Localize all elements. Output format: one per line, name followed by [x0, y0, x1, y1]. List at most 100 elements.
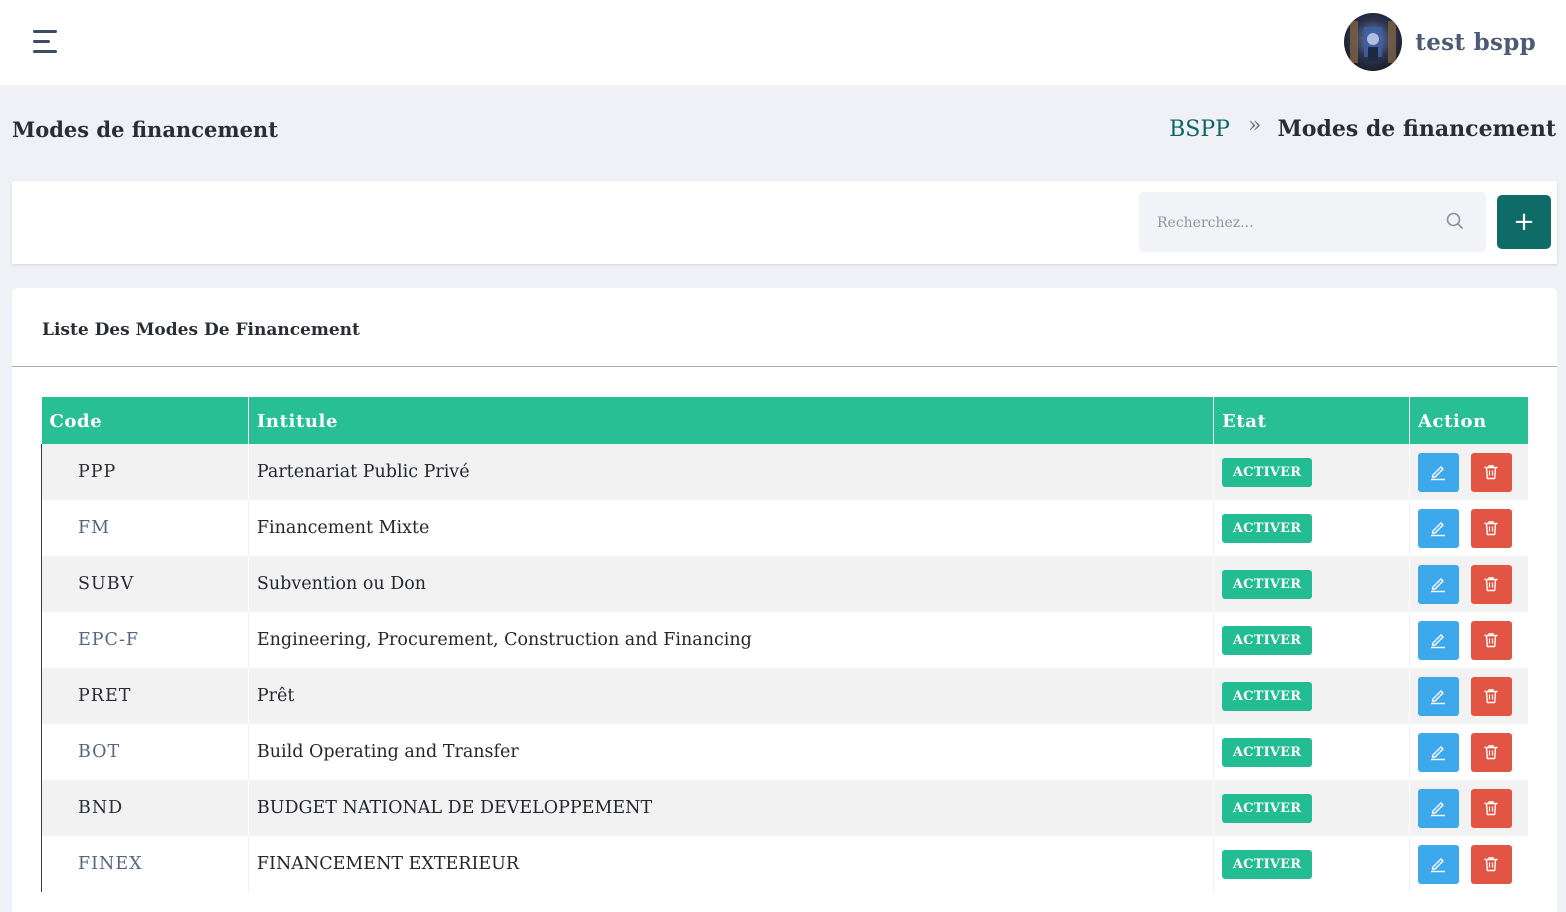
trash-icon	[1484, 689, 1499, 704]
cell-intitule: Subvention ou Don	[248, 556, 1215, 612]
divider	[12, 366, 1557, 367]
trash-icon	[1484, 521, 1499, 536]
trash-icon	[1484, 745, 1499, 760]
toolbar-card: +	[12, 181, 1557, 264]
cell-etat: ACTIVER	[1213, 836, 1410, 892]
status-badge: ACTIVER	[1222, 569, 1313, 599]
edit-pencil-icon	[1431, 802, 1446, 817]
cell-action	[1409, 444, 1528, 500]
table-header-row: Code Intitule Etat Action	[41, 397, 1528, 444]
cell-action	[1409, 836, 1528, 892]
breadcrumb-home-link[interactable]: BSPP	[1169, 117, 1230, 142]
edit-button[interactable]	[1417, 508, 1459, 548]
status-badge: ACTIVER	[1222, 737, 1313, 767]
top-bar: test bspp	[0, 0, 1566, 85]
status-badge: ACTIVER	[1222, 793, 1313, 823]
delete-button[interactable]	[1470, 788, 1512, 828]
status-badge: ACTIVER	[1222, 681, 1313, 711]
search-input[interactable]	[1157, 210, 1437, 236]
edit-pencil-icon	[1431, 858, 1446, 873]
edit-button[interactable]	[1417, 788, 1459, 828]
add-button[interactable]: +	[1497, 195, 1551, 249]
trash-icon	[1484, 465, 1499, 480]
cell-code: PPP	[41, 444, 249, 500]
cell-etat: ACTIVER	[1213, 612, 1410, 668]
cell-intitule: Build Operating and Transfer	[248, 724, 1215, 780]
status-badge: ACTIVER	[1222, 849, 1313, 879]
breadcrumb-current: Modes de financement	[1277, 116, 1556, 142]
table-row: FINEX FINANCEMENT EXTERIEUR ACTIVER	[41, 836, 1528, 892]
status-badge: ACTIVER	[1222, 457, 1313, 487]
edit-button[interactable]	[1417, 564, 1459, 604]
table-row: EPC-F Engineering, Procurement, Construc…	[41, 612, 1528, 668]
edit-pencil-icon	[1431, 746, 1446, 761]
cell-intitule: Prêt	[248, 668, 1215, 724]
cell-action	[1409, 724, 1528, 780]
delete-button[interactable]	[1470, 508, 1512, 548]
delete-button[interactable]	[1470, 844, 1512, 884]
hamburger-menu-icon[interactable]	[33, 30, 59, 54]
status-badge: ACTIVER	[1222, 625, 1313, 655]
table-row: PPP Partenariat Public Privé ACTIVER	[41, 444, 1528, 500]
edit-button[interactable]	[1417, 620, 1459, 660]
column-header-action: Action	[1409, 397, 1528, 444]
trash-icon	[1484, 577, 1499, 592]
edit-pencil-icon	[1431, 634, 1446, 649]
delete-button[interactable]	[1470, 452, 1512, 492]
edit-pencil-icon	[1431, 690, 1446, 705]
table-row: BOT Build Operating and Transfer ACTIVER	[41, 724, 1528, 780]
cell-action	[1409, 500, 1528, 556]
edit-pencil-icon	[1431, 522, 1446, 537]
breadcrumb-separator-icon: »	[1247, 112, 1262, 138]
edit-pencil-icon	[1431, 578, 1446, 593]
status-badge: ACTIVER	[1222, 513, 1313, 543]
cell-intitule: FINANCEMENT EXTERIEUR	[248, 836, 1215, 892]
cell-intitule: Partenariat Public Privé	[248, 444, 1215, 500]
delete-button[interactable]	[1470, 564, 1512, 604]
delete-button[interactable]	[1470, 620, 1512, 660]
search-box	[1139, 192, 1486, 252]
column-header-intitule[interactable]: Intitule	[248, 397, 1215, 444]
edit-pencil-icon	[1431, 466, 1446, 481]
cell-code: BOT	[41, 724, 249, 780]
cell-intitule: Financement Mixte	[248, 500, 1215, 556]
cell-action	[1409, 780, 1528, 836]
trash-icon	[1484, 857, 1499, 872]
cell-intitule: Engineering, Procurement, Construction a…	[248, 612, 1215, 668]
cell-intitule: BUDGET NATIONAL DE DEVELOPPEMENT	[248, 780, 1215, 836]
cell-action	[1409, 612, 1528, 668]
cell-code: EPC-F	[41, 612, 249, 668]
username[interactable]: test bspp	[1415, 29, 1536, 56]
table-row: PRET Prêt ACTIVER	[41, 668, 1528, 724]
cell-etat: ACTIVER	[1213, 500, 1410, 556]
cell-code: BND	[41, 780, 249, 836]
user-menu[interactable]: test bspp	[1344, 12, 1536, 72]
cell-etat: ACTIVER	[1213, 444, 1410, 500]
cell-code: FINEX	[41, 836, 249, 892]
cell-code: PRET	[41, 668, 249, 724]
edit-button[interactable]	[1417, 452, 1459, 492]
column-header-etat[interactable]: Etat	[1213, 397, 1410, 444]
delete-button[interactable]	[1470, 676, 1512, 716]
edit-button[interactable]	[1417, 844, 1459, 884]
financing-modes-table: Code Intitule Etat Action PPP Partenaria…	[41, 397, 1528, 892]
column-header-code[interactable]: Code	[41, 397, 249, 444]
table-row: BND BUDGET NATIONAL DE DEVELOPPEMENT ACT…	[41, 780, 1528, 836]
table-row: FM Financement Mixte ACTIVER	[41, 500, 1528, 556]
cell-code: FM	[41, 500, 249, 556]
trash-icon	[1484, 801, 1499, 816]
search-icon[interactable]	[1446, 212, 1464, 230]
table-row: SUBV Subvention ou Don ACTIVER	[41, 556, 1528, 612]
delete-button[interactable]	[1470, 732, 1512, 772]
list-title: Liste Des Modes De Financement	[42, 320, 360, 340]
edit-button[interactable]	[1417, 732, 1459, 772]
cell-action	[1409, 668, 1528, 724]
cell-etat: ACTIVER	[1213, 556, 1410, 612]
edit-button[interactable]	[1417, 676, 1459, 716]
cell-etat: ACTIVER	[1213, 724, 1410, 780]
avatar[interactable]	[1344, 13, 1403, 71]
cell-etat: ACTIVER	[1213, 780, 1410, 836]
cell-action	[1409, 556, 1528, 612]
cell-etat: ACTIVER	[1213, 668, 1410, 724]
page-title: Modes de financement	[12, 117, 278, 142]
